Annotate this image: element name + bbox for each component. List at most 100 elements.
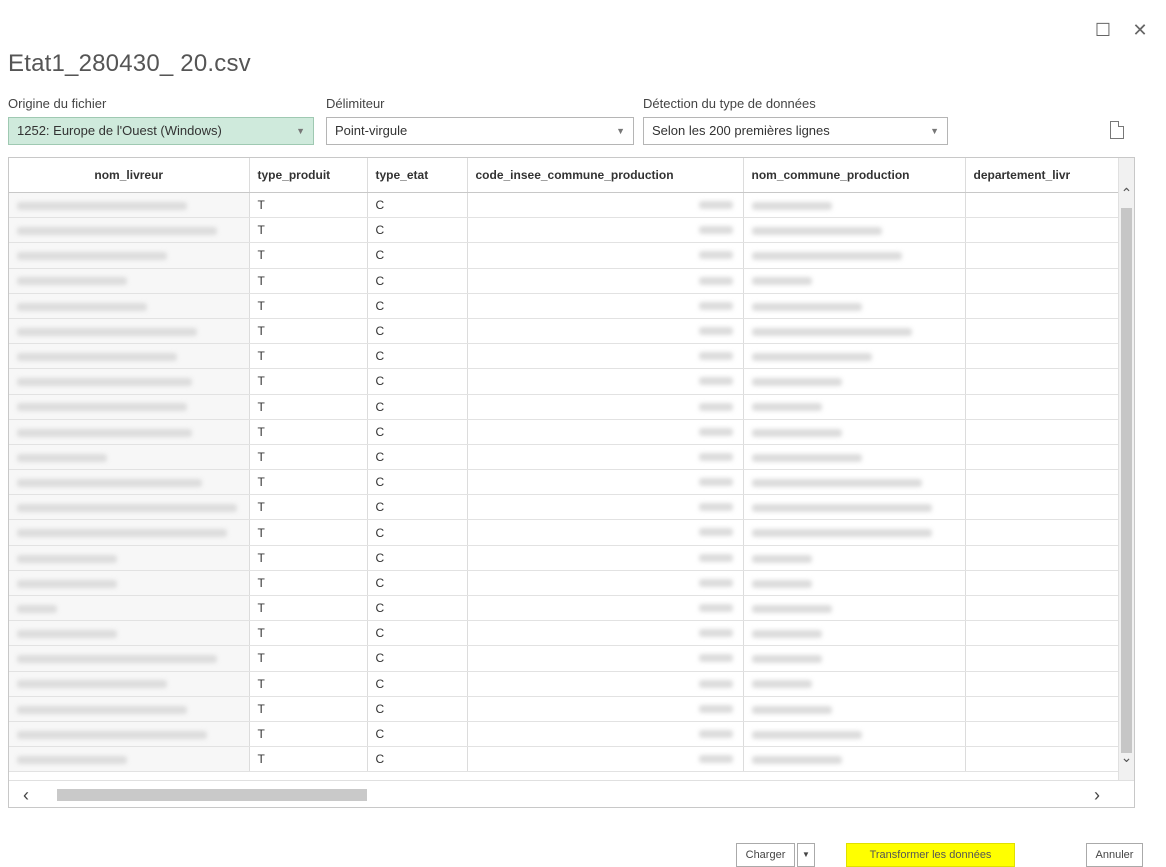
table-cell: T	[249, 469, 368, 496]
origin-dropdown[interactable]: 1252: Europe de l'Ouest (Windows) ▼	[8, 117, 314, 145]
scroll-down-icon[interactable]: ⌄	[1119, 748, 1134, 766]
table-row[interactable]: TC	[9, 394, 1122, 420]
table-cell	[9, 242, 250, 269]
table-row[interactable]: TC	[9, 318, 1122, 345]
table-cell	[965, 192, 1122, 219]
table-row[interactable]: TC	[9, 268, 1122, 294]
table-cell: T	[249, 368, 368, 395]
table-cell: C	[367, 545, 468, 571]
load-button[interactable]: Charger	[736, 843, 795, 867]
column-header[interactable]: code_insee_commune_production	[467, 158, 744, 193]
redacted-value	[698, 201, 733, 209]
document-settings-icon[interactable]	[1110, 121, 1124, 139]
table-cell: C	[367, 368, 468, 395]
redacted-value	[698, 301, 733, 310]
table-cell	[467, 268, 744, 294]
table-row[interactable]: TC	[9, 293, 1122, 319]
table-cell	[743, 318, 966, 345]
transform-data-button[interactable]: Transformer les données	[846, 843, 1015, 867]
table-row[interactable]: TC	[9, 746, 1122, 773]
table-row[interactable]: TC	[9, 419, 1122, 445]
table-cell: C	[367, 318, 468, 345]
table-cell	[743, 242, 966, 269]
column-header[interactable]: nom_commune_production	[743, 158, 966, 193]
table-row[interactable]: TC	[9, 217, 1122, 244]
table-cell	[743, 268, 966, 294]
table-cell: T	[249, 671, 368, 697]
table-cell	[965, 343, 1122, 370]
table-cell	[9, 721, 250, 748]
table-cell	[9, 671, 250, 697]
table-cell: C	[367, 595, 468, 622]
column-header[interactable]: type_etat	[367, 158, 468, 193]
table-cell: T	[249, 494, 368, 521]
table-cell: T	[249, 645, 368, 672]
table-row[interactable]: TC	[9, 444, 1122, 471]
redacted-value	[17, 554, 117, 563]
table-row[interactable]: TC	[9, 192, 1122, 219]
preview-grid: nom_livreur type_produit type_etat code_ins…	[9, 158, 1122, 773]
delimiter-value: Point-virgule	[335, 123, 408, 138]
table-cell	[9, 746, 250, 773]
table-cell: T	[249, 595, 368, 622]
table-row[interactable]: TC	[9, 368, 1122, 395]
table-cell	[467, 595, 744, 622]
table-row[interactable]: TC	[9, 570, 1122, 597]
redacted-value	[17, 529, 227, 538]
table-cell	[743, 595, 966, 622]
column-header[interactable]: type_produit	[249, 158, 368, 193]
horizontal-scrollbar[interactable]: ‹ ›	[9, 780, 1134, 807]
column-header[interactable]: nom_livreur	[9, 158, 250, 193]
table-cell: T	[249, 343, 368, 370]
table-row[interactable]: TC	[9, 671, 1122, 697]
table-row[interactable]: TC	[9, 721, 1122, 748]
table-row[interactable]: TC	[9, 343, 1122, 370]
vertical-scrollbar[interactable]: ⌃ ⌄	[1118, 158, 1134, 807]
table-cell: T	[249, 545, 368, 571]
horizontal-scroll-thumb[interactable]	[57, 789, 367, 801]
table-row[interactable]: TC	[9, 620, 1122, 647]
table-row[interactable]: TC	[9, 595, 1122, 622]
header-row: nom_livreur type_produit type_etat code_ins…	[9, 158, 1122, 193]
table-row[interactable]: TC	[9, 696, 1122, 722]
redacted-value	[751, 529, 932, 538]
table-cell: C	[367, 494, 468, 521]
load-dropdown-button[interactable]: ▼	[797, 843, 815, 867]
table-row[interactable]: TC	[9, 545, 1122, 571]
scroll-up-icon[interactable]: ⌃	[1119, 184, 1134, 202]
scroll-right-icon[interactable]: ›	[1094, 785, 1100, 806]
cancel-button[interactable]: Annuler	[1086, 843, 1143, 867]
redacted-value	[17, 277, 127, 286]
redacted-value	[698, 377, 733, 386]
redacted-value	[698, 729, 733, 738]
table-cell: T	[249, 519, 368, 546]
table-cell	[743, 494, 966, 521]
redacted-value	[698, 251, 733, 260]
column-header[interactable]: departement_livr	[965, 158, 1122, 193]
table-cell	[743, 368, 966, 395]
redacted-value	[751, 378, 842, 387]
redacted-value	[17, 227, 217, 236]
redacted-value	[17, 504, 237, 513]
table-cell	[9, 645, 250, 672]
table-row[interactable]: TC	[9, 519, 1122, 546]
chevron-down-icon: ▼	[616, 126, 625, 136]
table-cell: T	[249, 444, 368, 471]
scroll-left-icon[interactable]: ‹	[23, 785, 29, 806]
table-row[interactable]: TC	[9, 242, 1122, 269]
redacted-value	[751, 428, 842, 437]
table-cell	[9, 494, 250, 521]
redacted-value	[698, 578, 733, 587]
vertical-scroll-thumb[interactable]	[1121, 208, 1132, 753]
close-icon[interactable]: ✕	[1130, 20, 1150, 40]
table-cell: C	[367, 746, 468, 773]
table-cell: C	[367, 242, 468, 269]
table-row[interactable]: TC	[9, 469, 1122, 496]
maximize-icon[interactable]: ☐	[1093, 20, 1113, 40]
table-row[interactable]: TC	[9, 494, 1122, 521]
table-cell	[9, 620, 250, 647]
detection-dropdown[interactable]: Selon les 200 premières lignes ▼	[643, 117, 948, 145]
redacted-value	[751, 705, 832, 714]
delimiter-dropdown[interactable]: Point-virgule ▼	[326, 117, 634, 145]
table-row[interactable]: TC	[9, 645, 1122, 672]
